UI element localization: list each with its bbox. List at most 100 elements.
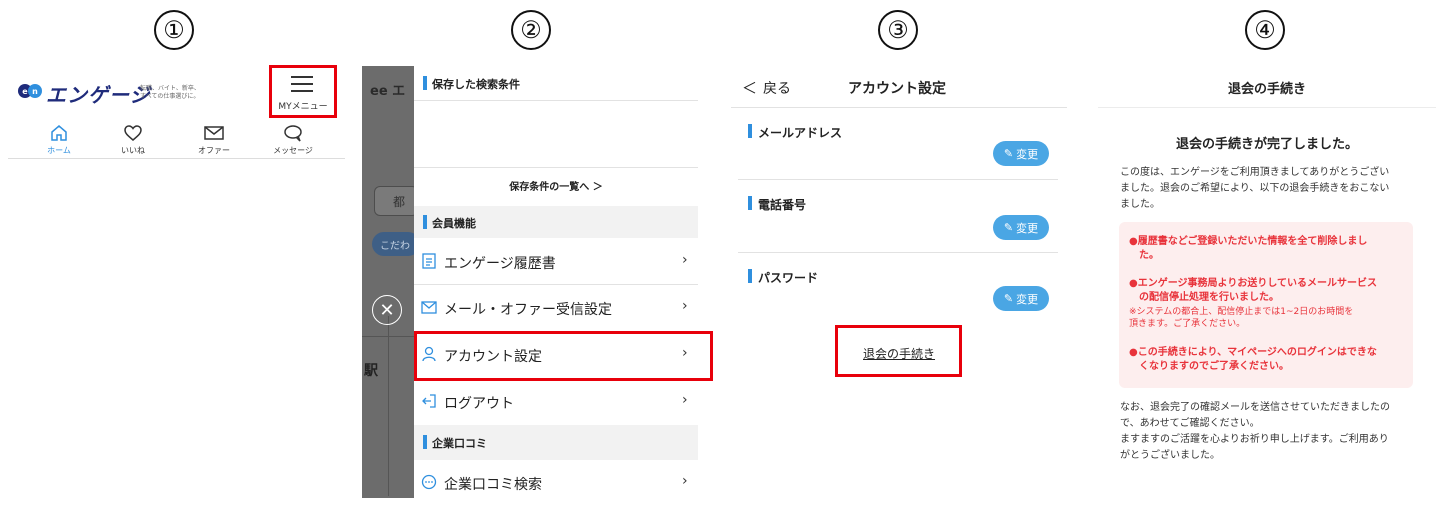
chat-icon: [421, 474, 437, 490]
warning-line: くなりますのでご了承ください。: [1139, 361, 1289, 372]
home-icon: [51, 125, 67, 141]
logout-icon: [422, 394, 436, 408]
menu-item-resume[interactable]: エンゲージ履歴書 ›: [414, 238, 698, 284]
close-icon: ✕: [379, 299, 395, 321]
logo-text: エンゲージ: [46, 83, 151, 107]
mail-icon: [204, 126, 224, 140]
step-number-4: ④: [1245, 10, 1285, 50]
field-label-phone: 電話番号: [758, 198, 807, 212]
menu-item-label: 企業口コミ検索: [444, 477, 542, 493]
page-title: アカウント設定: [848, 81, 946, 97]
engage-logo-mark: e n: [18, 84, 42, 99]
highlight-box-withdraw: [835, 325, 962, 377]
back-button[interactable]: ＜ 戻る: [742, 77, 791, 98]
nav-label-offer: オファー: [198, 146, 230, 155]
change-label: 変更: [1016, 292, 1039, 306]
chevron-right-icon: ›: [682, 298, 688, 314]
divider: [738, 179, 1058, 180]
change-phone-button[interactable]: ✎ 変更: [993, 215, 1049, 240]
nav-item-message[interactable]: メッセージ: [268, 124, 318, 156]
warning-line: ●エンゲージ事務局よりお送りしているメールサービス: [1129, 278, 1378, 289]
menu-item-logout[interactable]: ログアウト ›: [414, 379, 698, 425]
bg-station-label: 駅: [364, 363, 378, 379]
step-number-1: ①: [154, 10, 194, 50]
warning-item-3: ●この手続きにより、マイページへのログインはできな くなりますのでご了承ください…: [1129, 346, 1377, 374]
section-title-member: 会員機能: [432, 217, 476, 230]
chevron-right-icon: ›: [682, 473, 688, 489]
menu-item-review-search[interactable]: 企業口コミ検索 ›: [414, 460, 698, 498]
header-divider: [1098, 107, 1436, 108]
divider: [738, 252, 1058, 253]
change-label: 変更: [1016, 221, 1039, 235]
section-bar-member: [423, 215, 427, 229]
warning-line: た。: [1139, 250, 1159, 261]
logo-circle-n: n: [28, 84, 42, 98]
warning-line: ●この手続きにより、マイページへのログインはできな: [1129, 347, 1377, 358]
mail-icon: [421, 301, 437, 314]
intro-line: ました。: [1120, 199, 1160, 210]
header-divider: [731, 107, 1067, 108]
pencil-icon: ✎: [1003, 221, 1014, 234]
field-label-password: パスワード: [758, 271, 819, 285]
menu-item-mail-settings[interactable]: メール・オファー受信設定 ›: [414, 285, 698, 331]
chat-icon: [284, 125, 302, 142]
completion-heading: 退会の手続きが完了しました。: [1175, 137, 1358, 152]
bg-logo-fragment: ee エ: [370, 84, 406, 99]
change-password-button[interactable]: ✎ 変更: [993, 286, 1049, 311]
chevron-right-icon: ›: [682, 392, 688, 408]
field-bar: [748, 196, 752, 210]
change-email-button[interactable]: ✎ 変更: [993, 141, 1049, 166]
pencil-icon: ✎: [1003, 147, 1014, 160]
nav-divider: [8, 158, 345, 159]
field-bar: [748, 269, 752, 283]
intro-line: ました。退会のご希望により、以下の退会手続きをおこない: [1120, 183, 1390, 194]
bg-search-chip: 都: [374, 186, 414, 216]
warning-line: ●履歴書などご登録いただいた情報を全て削除しまし: [1129, 236, 1368, 247]
note-line: 頂きます。ご了承ください。: [1129, 319, 1246, 329]
menu-drawer: 保存した検索条件 保存条件の一覧へ ＞ 会員機能 エンゲージ履歴書 › メール・…: [414, 66, 698, 498]
nav-item-offer[interactable]: オファー: [196, 124, 232, 156]
header-title: 退会の手続き: [1227, 82, 1306, 97]
saved-list-link[interactable]: 保存条件の一覧へ ＞: [414, 178, 698, 193]
warning-line: の配信停止処理を行いました。: [1139, 292, 1279, 303]
chevron-left-icon: ＜: [742, 79, 758, 97]
bg-tag-chip: こだわ: [372, 232, 414, 256]
outro-line: ますますのご活躍を心よりお祈り申し上げます。ご利用あり: [1120, 434, 1389, 445]
intro-line: この度は、エンゲージをご利用頂きましてありがとうござい: [1120, 167, 1390, 178]
warning-item-2: ●エンゲージ事務局よりお送りしているメールサービス の配信停止処理を行いました。: [1129, 277, 1377, 305]
outro-line: で、あわせてご確認ください。: [1120, 418, 1260, 429]
pencil-icon: ✎: [1003, 292, 1014, 305]
highlight-box-my-menu: [269, 65, 337, 118]
menu-item-label: エンゲージ履歴書: [444, 256, 556, 272]
tagline-line-1: 転職、バイト、新卒、: [140, 85, 200, 92]
warning-box: ●履歴書などご登録いただいた情報を全て削除しまし た。 ●エンゲージ事務局よりお…: [1119, 222, 1413, 388]
section-bar-review: [423, 435, 427, 449]
outro-text: なお、退会完了の確認メールを送信させていただきましたの で、あわせてご確認くださ…: [1120, 400, 1390, 464]
tagline-line-2: すべての仕事選びに。: [140, 93, 200, 100]
nav-label-like: いいね: [121, 146, 145, 155]
change-label: 変更: [1016, 147, 1039, 161]
section-bar-saved: [423, 76, 427, 90]
section-title-review: 企業口コミ: [432, 437, 487, 450]
highlight-box-account-settings: [414, 331, 713, 381]
nav-label-message: メッセージ: [273, 146, 313, 155]
heart-icon: [124, 125, 142, 141]
logo-tagline: 転職、バイト、新卒、 すべての仕事選びに。: [140, 85, 200, 101]
intro-text: この度は、エンゲージをご利用頂きましてありがとうござい ました。退会のご希望によ…: [1120, 165, 1389, 213]
nav-item-like[interactable]: いいね: [118, 124, 148, 156]
divider: [414, 167, 698, 168]
step-number-2: ②: [511, 10, 551, 50]
bg-map-line-v: [388, 316, 389, 496]
menu-item-label: ログアウト: [444, 396, 514, 412]
divider: [414, 100, 698, 101]
nav-item-home[interactable]: ホーム: [44, 124, 74, 156]
close-menu-button[interactable]: ✕: [372, 295, 402, 325]
note-line: ※システムの都合上、配信停止までは1~2日のお時間を: [1129, 307, 1354, 317]
field-label-email: メールアドレス: [758, 126, 843, 140]
section-title-saved: 保存した検索条件: [432, 78, 520, 91]
nav-label-home: ホーム: [47, 146, 71, 155]
outro-line: がとうございました。: [1120, 450, 1220, 461]
warning-item-1: ●履歴書などご登録いただいた情報を全て削除しまし た。: [1129, 235, 1367, 263]
outro-line: なお、退会完了の確認メールを送信させていただきましたの: [1120, 402, 1390, 413]
document-icon: [422, 253, 436, 269]
